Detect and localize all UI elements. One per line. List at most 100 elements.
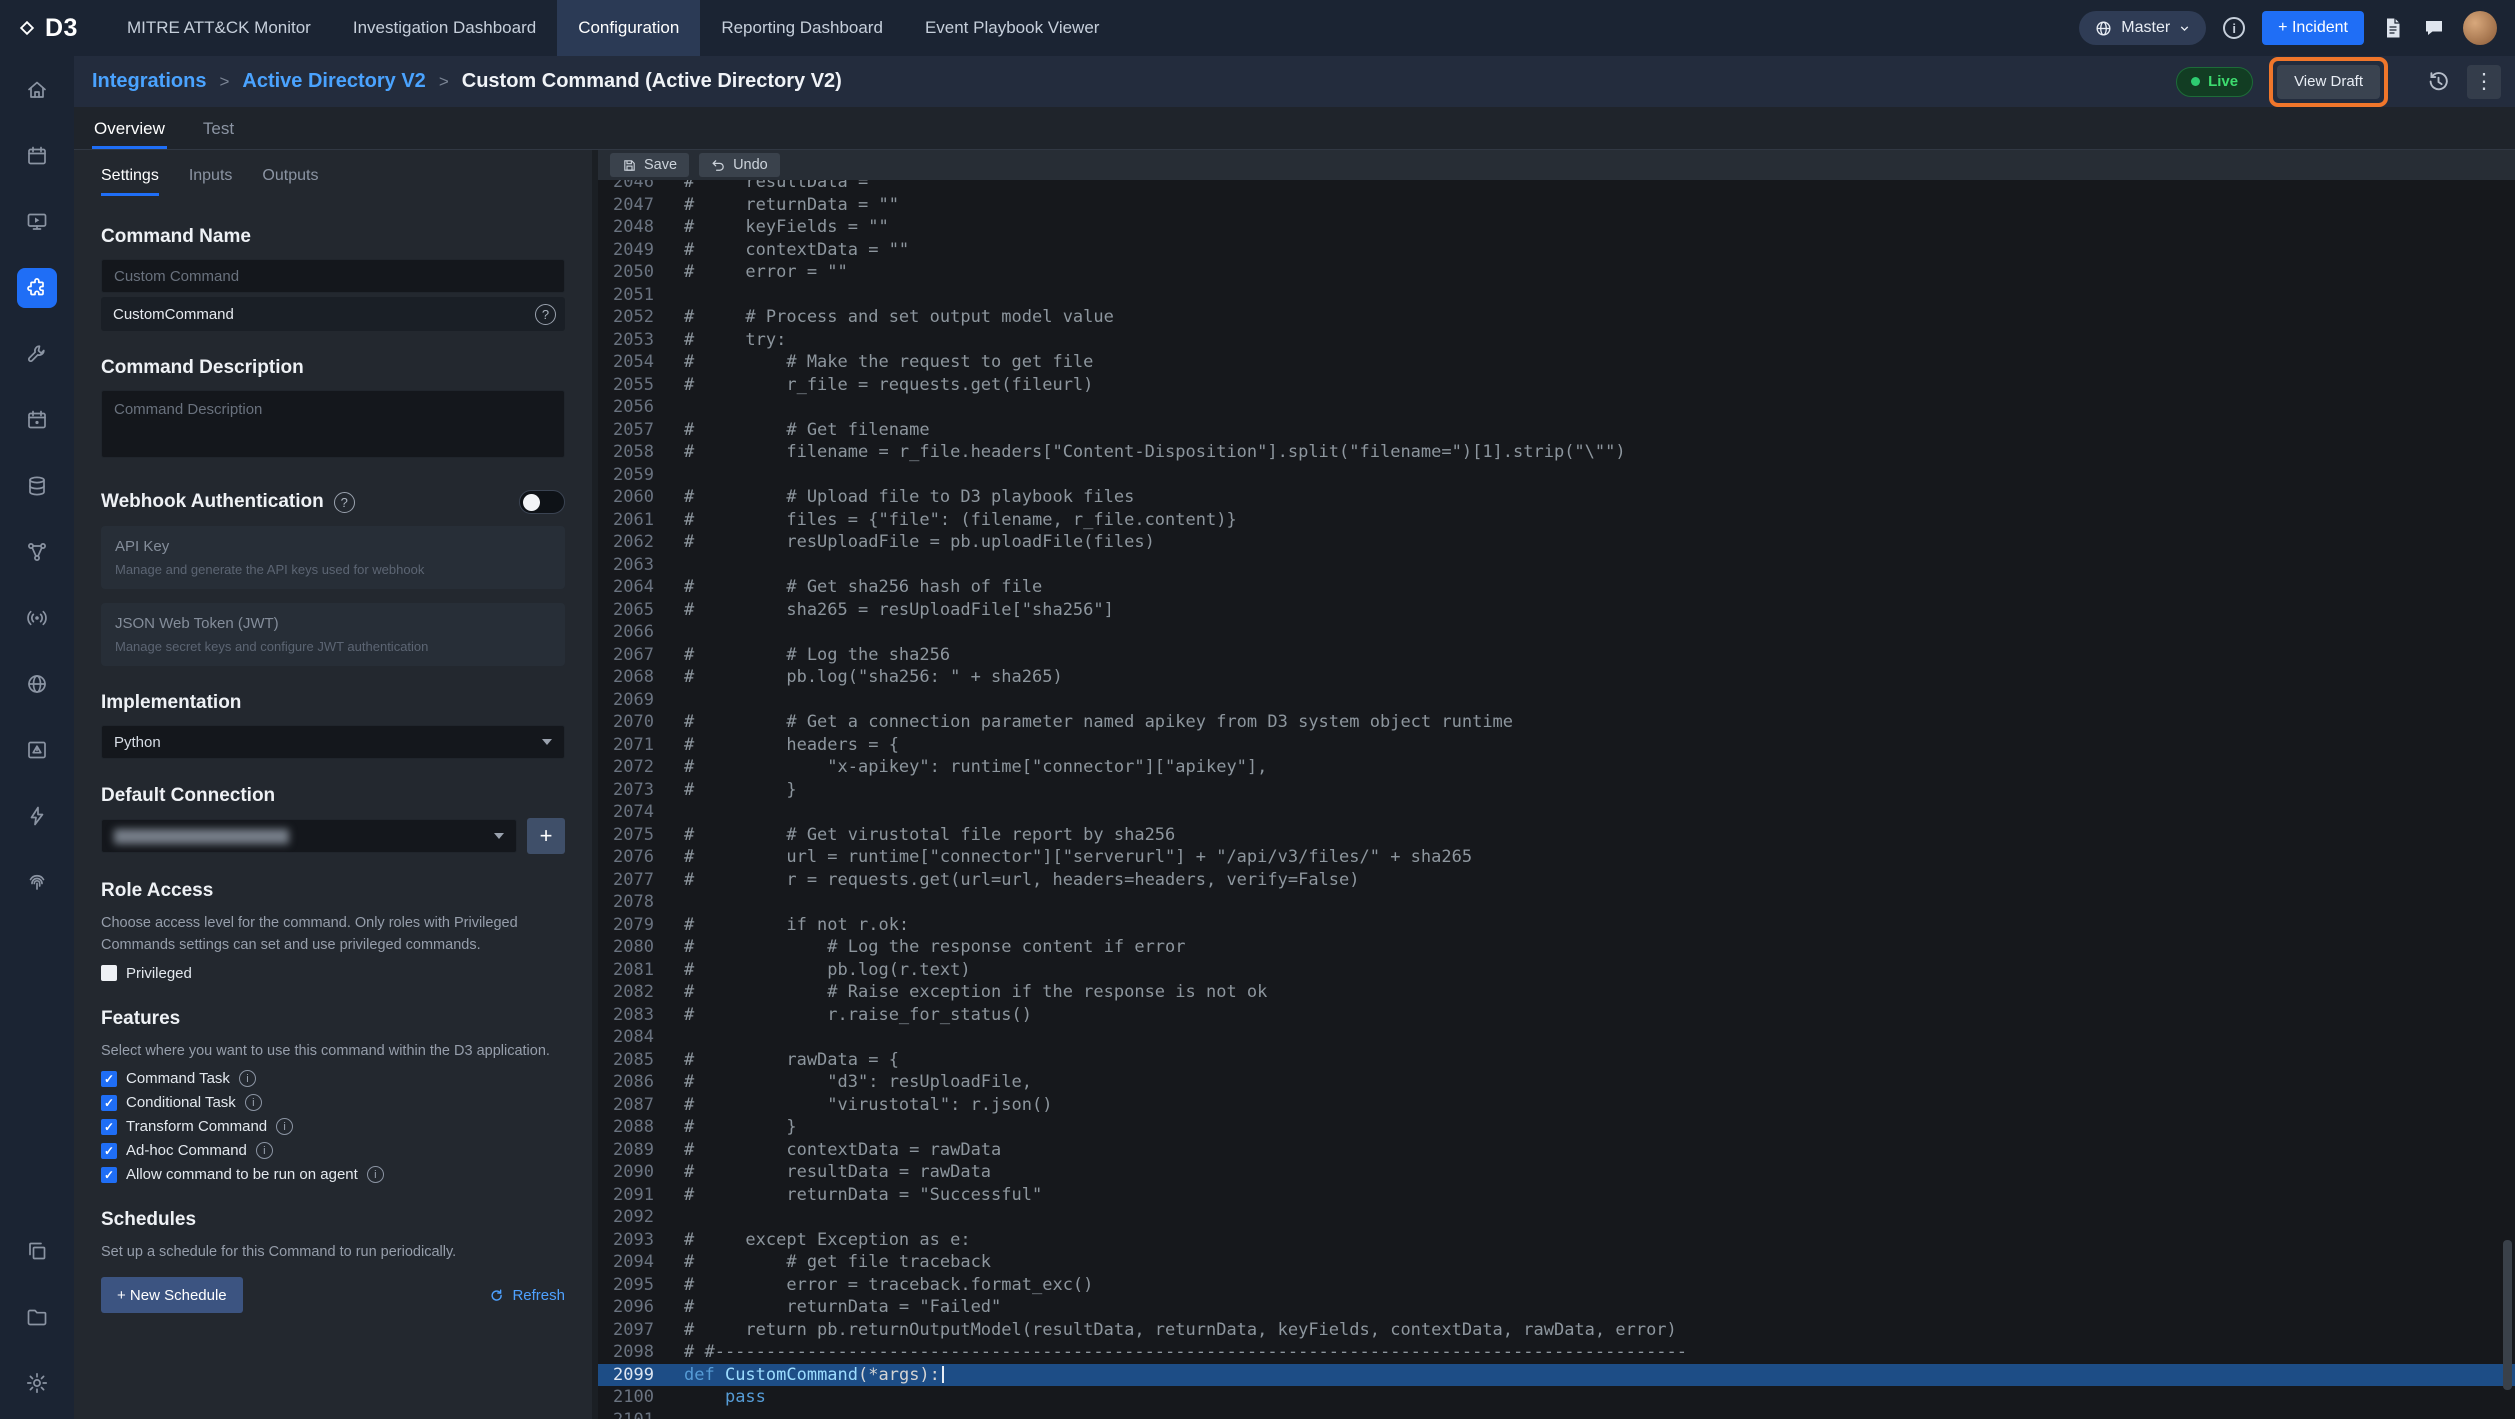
sidebar-item-alert-module[interactable] (17, 730, 57, 770)
sidebar-item-file-folder[interactable] (17, 1297, 57, 1337)
new-incident-button[interactable]: + Incident (2262, 11, 2364, 45)
code-editor[interactable]: 2046# resultData = ""2047# returnData = … (598, 180, 2515, 1419)
code-line[interactable]: 2092 (598, 1206, 2515, 1229)
site-selector[interactable]: Master (2079, 11, 2206, 45)
code-line[interactable]: 2048# keyFields = "" (598, 216, 2515, 239)
view-draft-button[interactable]: View Draft (2277, 65, 2380, 99)
tab-inputs[interactable]: Inputs (189, 167, 233, 196)
sidebar-item-schedule-calendar[interactable] (17, 136, 57, 176)
webhook-toggle[interactable] (519, 490, 565, 514)
breadcrumb-item[interactable]: Active Directory V2 (242, 70, 425, 93)
sidebar-item-integrations-puzzle[interactable] (17, 268, 57, 308)
code-line[interactable]: 2088# } (598, 1116, 2515, 1139)
more-options-button[interactable]: ⋮ (2467, 65, 2501, 99)
code-line[interactable]: 2087# "virustotal": r.json() (598, 1094, 2515, 1117)
sidebar-item-window-copy[interactable] (17, 1231, 57, 1271)
code-line[interactable]: 2054# # Make the request to get file (598, 351, 2515, 374)
code-line[interactable]: 2060# # Upload file to D3 playbook files (598, 486, 2515, 509)
code-line[interactable]: 2096# returnData = "Failed" (598, 1296, 2515, 1319)
code-line[interactable]: 2064# # Get sha256 hash of file (598, 576, 2515, 599)
info-icon[interactable]: i (256, 1142, 273, 1159)
code-line[interactable]: 2062# resUploadFile = pb.uploadFile(file… (598, 531, 2515, 554)
implementation-select[interactable]: Python (101, 725, 565, 759)
code-line[interactable]: 2091# returnData = "Successful" (598, 1184, 2515, 1207)
code-line[interactable]: 2066 (598, 621, 2515, 644)
code-line[interactable]: 2085# rawData = { (598, 1049, 2515, 1072)
code-line[interactable]: 2069 (598, 689, 2515, 712)
code-line[interactable]: 2058# filename = r_file.headers["Content… (598, 441, 2515, 464)
info-icon[interactable]: i (2223, 17, 2245, 39)
code-line[interactable]: 2080# # Log the response content if erro… (598, 936, 2515, 959)
user-avatar[interactable] (2463, 11, 2497, 45)
refresh-button[interactable]: Refresh (488, 1287, 565, 1304)
feature-option-row[interactable]: ✓Transform Commandi (101, 1118, 565, 1135)
info-icon[interactable]: i (245, 1094, 262, 1111)
sidebar-item-playbook-monitor[interactable] (17, 202, 57, 242)
code-line[interactable]: 2094# # get file traceback (598, 1251, 2515, 1274)
feature-option-row[interactable]: ✓Allow command to be run on agenti (101, 1166, 565, 1183)
command-name-input[interactable] (101, 259, 565, 293)
code-line[interactable]: 2049# contextData = "" (598, 239, 2515, 262)
help-icon[interactable]: ? (334, 492, 355, 513)
editor-scrollbar-thumb[interactable] (2503, 1240, 2512, 1390)
breadcrumb-item[interactable]: Integrations (92, 70, 206, 93)
code-line[interactable]: 2061# files = {"file": (filename, r_file… (598, 509, 2515, 532)
code-line[interactable]: 2097# return pb.returnOutputModel(result… (598, 1319, 2515, 1342)
code-line[interactable]: 2076# url = runtime["connector"]["server… (598, 846, 2515, 869)
code-line[interactable]: 2047# returnData = "" (598, 194, 2515, 217)
nav-item-investigation-dashboard[interactable]: Investigation Dashboard (332, 0, 557, 56)
nav-item-configuration[interactable]: Configuration (557, 0, 700, 56)
code-line[interactable]: 2090# resultData = rawData (598, 1161, 2515, 1184)
code-line[interactable]: 2086# "d3": resUploadFile, (598, 1071, 2515, 1094)
feature-checkbox[interactable]: ✓ (101, 1071, 117, 1087)
code-line[interactable]: 2082# # Raise exception if the response … (598, 981, 2515, 1004)
code-line[interactable]: 2067# # Log the sha256 (598, 644, 2515, 667)
tab-test[interactable]: Test (201, 119, 236, 149)
sidebar-item-settings-gear[interactable] (17, 1363, 57, 1403)
code-line[interactable]: 2101 (598, 1409, 2515, 1419)
add-connection-button[interactable]: + (527, 818, 565, 854)
code-line[interactable]: 2072# "x-apikey": runtime["connector"]["… (598, 756, 2515, 779)
nav-item-reporting-dashboard[interactable]: Reporting Dashboard (700, 0, 904, 56)
code-line[interactable]: 2046# resultData = "" (598, 180, 2515, 194)
undo-button[interactable]: Undo (699, 153, 780, 177)
code-line[interactable]: 2052# # Process and set output model val… (598, 306, 2515, 329)
code-line[interactable]: 2077# r = requests.get(url=url, headers=… (598, 869, 2515, 892)
help-icon[interactable]: ? (535, 304, 556, 325)
sidebar-item-automation-bolt[interactable] (17, 796, 57, 836)
code-line[interactable]: 2073# } (598, 779, 2515, 802)
code-line[interactable]: 2070# # Get a connection parameter named… (598, 711, 2515, 734)
sidebar-item-data-stack[interactable] (17, 466, 57, 506)
sidebar-item-signal-broadcast[interactable] (17, 598, 57, 638)
code-line[interactable]: 2078 (598, 891, 2515, 914)
code-line[interactable]: 2053# try: (598, 329, 2515, 352)
code-line[interactable]: 2063 (598, 554, 2515, 577)
default-connection-select[interactable] (101, 819, 517, 853)
sidebar-item-utility-wrench[interactable] (17, 334, 57, 374)
code-line[interactable]: 2071# headers = { (598, 734, 2515, 757)
code-line[interactable]: 2095# error = traceback.format_exc() (598, 1274, 2515, 1297)
tab-overview[interactable]: Overview (92, 119, 167, 149)
code-line[interactable]: 2074 (598, 801, 2515, 824)
feature-checkbox[interactable]: ✓ (101, 1167, 117, 1183)
privileged-checkbox-row[interactable]: Privileged (101, 965, 565, 982)
feature-checkbox[interactable]: ✓ (101, 1143, 117, 1159)
code-line[interactable]: 2100 pass (598, 1386, 2515, 1409)
command-description-input[interactable] (101, 390, 565, 458)
save-button[interactable]: Save (610, 153, 689, 177)
code-line[interactable]: 2081# pb.log(r.text) (598, 959, 2515, 982)
code-line[interactable]: 2065# sha265 = resUploadFile["sha256"] (598, 599, 2515, 622)
chat-icon[interactable] (2422, 16, 2446, 40)
code-line[interactable]: 2059 (598, 464, 2515, 487)
code-line[interactable]: 2099def CustomCommand(*args): (598, 1364, 2515, 1387)
code-line[interactable]: 2098# #---------------------------------… (598, 1341, 2515, 1364)
code-line[interactable]: 2083# r.raise_for_status() (598, 1004, 2515, 1027)
code-line[interactable]: 2056 (598, 396, 2515, 419)
code-line[interactable]: 2051 (598, 284, 2515, 307)
nav-item-mitre-att-ck-monitor[interactable]: MITRE ATT&CK Monitor (106, 0, 332, 56)
code-line[interactable]: 2055# r_file = requests.get(fileurl) (598, 374, 2515, 397)
d3-logo[interactable]: D3 (16, 14, 78, 43)
release-notes-icon[interactable] (2381, 16, 2405, 40)
code-line[interactable]: 2084 (598, 1026, 2515, 1049)
sidebar-item-event-calendar[interactable] (17, 400, 57, 440)
